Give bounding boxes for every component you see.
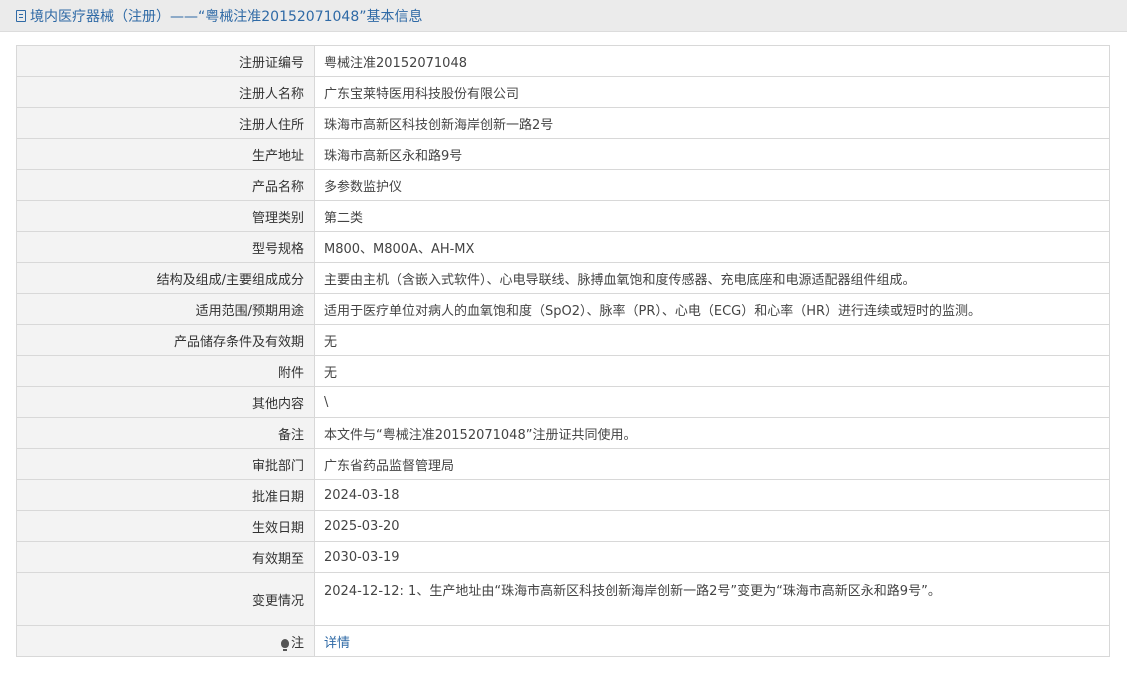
row-label: 变更情况	[16, 572, 315, 626]
table-row: 批准日期 2024-03-18	[16, 479, 1110, 511]
table-row: 适用范围/预期用途 适用于医疗单位对病人的血氧饱和度（SpO2）、脉率（PR）、心…	[16, 293, 1110, 325]
row-label: 其他内容	[16, 386, 315, 418]
row-value: 2030-03-19	[314, 541, 1110, 573]
row-label: 生产地址	[16, 138, 315, 170]
info-table: 注册证编号 粤械注准20152071048 注册人名称 广东宝莱特医用科技股份有限公司…	[16, 45, 1110, 657]
page: 境内医疗器械（注册）——“粤械注准20152071048”基本信息 注册证编号粤…	[0, 0, 1127, 687]
row-label: 适用范围/预期用途	[16, 293, 315, 325]
row-label: 批准日期	[16, 479, 315, 511]
table-row: 产品名称 多参数监护仪	[16, 169, 1110, 201]
table-row: 审批部门 广东省药品监督管理局	[16, 448, 1110, 480]
table-row: 有效期至 2030-03-19	[16, 541, 1110, 573]
info-table-body: 注册证编号 粤械注准20152071048 注册人名称 广东宝莱特医用科技股份有限公司…	[16, 45, 1110, 657]
row-value: 本文件与“粤械注准20152071048”注册证共同使用。	[314, 417, 1110, 449]
table-row: 生效日期 2025-03-20	[16, 510, 1110, 542]
row-label: 注册人名称	[16, 76, 315, 108]
note-label: 注	[290, 635, 304, 651]
info-table-container: 注册证编号 粤械注准20152071048 注册人名称 广东宝莱特医用科技股份有限公司…	[16, 45, 1110, 657]
row-label: 产品储存条件及有效期	[16, 324, 315, 356]
row-label: 审批部门	[16, 448, 315, 480]
table-row-note: 注 详情	[16, 625, 1110, 657]
row-value: 适用于医疗单位对病人的血氧饱和度（SpO2）、脉率（PR）、心电（ECG）和心率…	[314, 293, 1110, 325]
row-label: 备注	[16, 417, 315, 449]
row-label: 注册证编号	[16, 45, 315, 77]
row-label: 产品名称	[16, 169, 315, 201]
row-value: 多参数监护仪	[314, 169, 1110, 201]
row-value: 广东宝莱特医用科技股份有限公司	[314, 76, 1110, 108]
row-value-note: 详情	[314, 625, 1110, 657]
row-value: 无	[314, 355, 1110, 387]
title-bar: 境内医疗器械（注册）——“粤械注准20152071048”基本信息	[0, 0, 1127, 32]
lightbulb-icon	[280, 638, 289, 651]
details-link[interactable]: 详情	[324, 636, 350, 651]
row-value: 主要由主机（含嵌入式软件）、心电导联线、脉搏血氧饱和度传感器、充电底座和电源适配…	[314, 262, 1110, 294]
table-row: 型号规格 M800、M800A、AH-MX	[16, 231, 1110, 263]
table-row: 产品储存条件及有效期无	[16, 324, 1110, 356]
row-label: 型号规格	[16, 231, 315, 263]
row-label: 注册人住所	[16, 107, 315, 139]
row-label-note: 注	[16, 625, 315, 657]
table-row: 注册人名称 广东宝莱特医用科技股份有限公司	[16, 76, 1110, 108]
row-label: 结构及组成/主要组成成分	[16, 262, 315, 294]
row-value: 2024-03-18	[314, 479, 1110, 511]
row-value: 无	[314, 324, 1110, 356]
row-value: 珠海市高新区永和路9号	[314, 138, 1110, 170]
row-value: \	[314, 386, 1110, 418]
page-title: 境内医疗器械（注册）——“粤械注准20152071048”基本信息	[30, 8, 423, 25]
row-label: 管理类别	[16, 200, 315, 232]
table-row: 备注 本文件与“粤械注准20152071048”注册证共同使用。	[16, 417, 1110, 449]
row-value: 珠海市高新区科技创新海岸创新一路2号	[314, 107, 1110, 139]
row-label: 生效日期	[16, 510, 315, 542]
row-label: 有效期至	[16, 541, 315, 573]
row-value: 2025-03-20	[314, 510, 1110, 542]
table-row: 生产地址 珠海市高新区永和路9号	[16, 138, 1110, 170]
table-row: 管理类别 第二类	[16, 200, 1110, 232]
document-icon	[16, 9, 26, 22]
row-value: 第二类	[314, 200, 1110, 232]
table-row-change: 变更情况 2024-12-12: 1、生产地址由“珠海市高新区科技创新海岸创新一…	[16, 572, 1110, 626]
table-row: 其他内容 \	[16, 386, 1110, 418]
table-row: 附件无	[16, 355, 1110, 387]
row-value: M800、M800A、AH-MX	[314, 231, 1110, 263]
row-value: 粤械注准20152071048	[314, 45, 1110, 77]
row-value: 2024-12-12: 1、生产地址由“珠海市高新区科技创新海岸创新一路2号”变…	[314, 572, 1110, 626]
table-row: 结构及组成/主要组成成分 主要由主机（含嵌入式软件）、心电导联线、脉搏血氧饱和度传…	[16, 262, 1110, 294]
row-label: 附件	[16, 355, 315, 387]
table-row: 注册人住所 珠海市高新区科技创新海岸创新一路2号	[16, 107, 1110, 139]
row-value: 广东省药品监督管理局	[314, 448, 1110, 480]
table-row: 注册证编号 粤械注准20152071048	[16, 45, 1110, 77]
